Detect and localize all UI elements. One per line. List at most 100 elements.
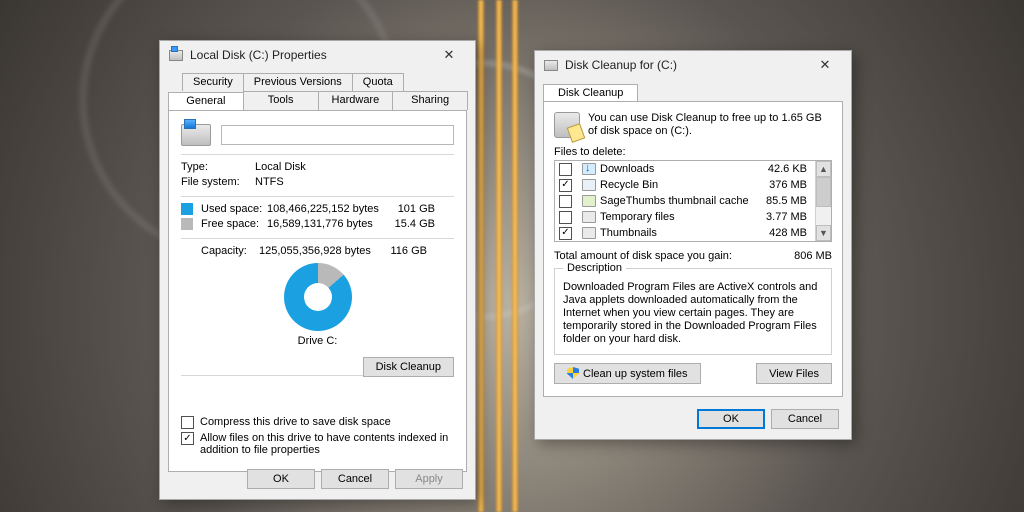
used-gb: 101 GB [387, 203, 435, 215]
capacity-label: Capacity: [181, 245, 259, 257]
free-bytes: 16,589,131,776 bytes [267, 218, 387, 230]
capacity-bytes: 125,055,356,928 bytes [259, 245, 379, 257]
disk-cleanup-icon [543, 57, 559, 73]
used-bytes: 108,466,225,152 bytes [267, 203, 387, 215]
list-item: SageThumbs thumbnail cache 85.5 MB [555, 193, 815, 209]
tab-hardware[interactable]: Hardware [318, 91, 394, 110]
item-checkbox[interactable] [559, 211, 572, 224]
tab-security[interactable]: Security [182, 73, 244, 91]
compress-checkbox[interactable] [181, 416, 194, 429]
description-text: Downloaded Program Files are ActiveX con… [563, 281, 823, 346]
cancel-button[interactable]: Cancel [771, 409, 839, 429]
list-item: Temporary files 3.77 MB [555, 209, 815, 225]
scroll-up-button[interactable]: ▲ [816, 161, 831, 177]
window-title: Local Disk (C:) Properties [190, 48, 429, 62]
list-item: Thumbnails 428 MB [555, 225, 815, 241]
description-group: Description Downloaded Program Files are… [554, 268, 832, 355]
used-label: Used space: [201, 203, 267, 215]
general-pane: Type: Local Disk File system: NTFS Used … [168, 110, 467, 472]
background-decoration [478, 0, 484, 512]
drive-icon [168, 47, 184, 63]
window-title: Disk Cleanup for (C:) [565, 58, 805, 72]
scroll-thumb[interactable] [816, 177, 831, 207]
list-item: Recycle Bin 376 MB [555, 177, 815, 193]
free-label: Free space: [201, 218, 267, 230]
item-size: 42.6 KB [768, 163, 811, 175]
drive-label: Drive C: [181, 335, 454, 347]
apply-button: Apply [395, 469, 463, 489]
files-listbox: Downloads 42.6 KB Recycle Bin 376 MB SageT… [554, 160, 832, 242]
tab-tools[interactable]: Tools [243, 91, 319, 110]
free-gb: 15.4 GB [387, 218, 435, 230]
tab-strip: Security Previous Versions Quota General… [168, 73, 467, 110]
tab-general[interactable]: General [168, 92, 244, 111]
usage-pie-icon [284, 263, 352, 331]
tab-previous-versions[interactable]: Previous Versions [243, 73, 353, 91]
scrollbar[interactable]: ▲ ▼ [815, 161, 831, 241]
clean-system-files-button[interactable]: Clean up system files [554, 363, 701, 384]
disk-cleanup-dialog: Disk Cleanup for (C:) ✕ Disk Cleanup You… [534, 50, 852, 440]
folder-icon [582, 227, 596, 239]
index-label: Allow files on this drive to have conten… [200, 432, 454, 456]
folder-icon [582, 211, 596, 223]
type-value: Local Disk [255, 161, 306, 173]
drive-glyph-icon [181, 124, 211, 146]
item-size: 428 MB [769, 227, 811, 239]
item-name: SageThumbs thumbnail cache [600, 195, 749, 207]
download-icon [582, 163, 596, 175]
item-size: 3.77 MB [766, 211, 811, 223]
titlebar[interactable]: Disk Cleanup for (C:) ✕ [535, 51, 851, 79]
background-decoration [496, 0, 502, 512]
item-name: Downloads [600, 163, 654, 175]
intro-text: You can use Disk Cleanup to free up to 1… [588, 112, 832, 138]
gain-value: 806 MB [794, 250, 832, 262]
item-checkbox[interactable] [559, 179, 572, 192]
filesystem-label: File system: [181, 176, 255, 188]
cleanup-glyph-icon [554, 112, 580, 138]
dialog-buttons: OK Cancel [697, 409, 839, 429]
divider [181, 238, 454, 239]
item-name: Recycle Bin [600, 179, 658, 191]
files-to-delete-label: Files to delete: [554, 146, 832, 158]
shield-icon [567, 367, 579, 379]
item-name: Thumbnails [600, 227, 657, 239]
clean-system-files-label: Clean up system files [583, 368, 688, 380]
dialog-buttons: OK Cancel Apply [247, 469, 463, 489]
item-checkbox[interactable] [559, 195, 572, 208]
gain-label: Total amount of disk space you gain: [554, 250, 794, 262]
item-name: Temporary files [600, 211, 675, 223]
item-checkbox[interactable] [559, 163, 572, 176]
cleanup-pane: You can use Disk Cleanup to free up to 1… [543, 101, 843, 397]
divider [181, 154, 454, 155]
type-label: Type: [181, 161, 255, 173]
item-size: 376 MB [769, 179, 811, 191]
compress-label: Compress this drive to save disk space [200, 416, 391, 428]
tab-disk-cleanup[interactable]: Disk Cleanup [543, 84, 638, 102]
close-button[interactable]: ✕ [805, 55, 845, 75]
index-checkbox[interactable] [181, 432, 194, 445]
view-files-button[interactable]: View Files [756, 363, 832, 384]
disk-cleanup-button[interactable]: Disk Cleanup [363, 357, 454, 377]
drive-name-input[interactable] [221, 125, 454, 145]
filesystem-value: NTFS [255, 176, 284, 188]
recycle-bin-icon [582, 179, 596, 191]
background-decoration [512, 0, 518, 512]
cancel-button[interactable]: Cancel [321, 469, 389, 489]
files-list[interactable]: Downloads 42.6 KB Recycle Bin 376 MB SageT… [555, 161, 815, 241]
ok-button[interactable]: OK [247, 469, 315, 489]
capacity-gb: 116 GB [379, 245, 427, 257]
titlebar[interactable]: Local Disk (C:) Properties ✕ [160, 41, 475, 69]
close-button[interactable]: ✕ [429, 45, 469, 65]
divider [181, 196, 454, 197]
used-swatch-icon [181, 203, 193, 215]
properties-dialog: Local Disk (C:) Properties ✕ Security Pr… [159, 40, 476, 500]
thumbnail-cache-icon [582, 195, 596, 207]
scroll-down-button[interactable]: ▼ [816, 225, 831, 241]
free-swatch-icon [181, 218, 193, 230]
item-size: 85.5 MB [766, 195, 811, 207]
tab-sharing[interactable]: Sharing [392, 91, 468, 110]
ok-button[interactable]: OK [697, 409, 765, 429]
item-checkbox[interactable] [559, 227, 572, 240]
list-item: Downloads 42.6 KB [555, 161, 815, 177]
tab-quota[interactable]: Quota [352, 73, 404, 91]
